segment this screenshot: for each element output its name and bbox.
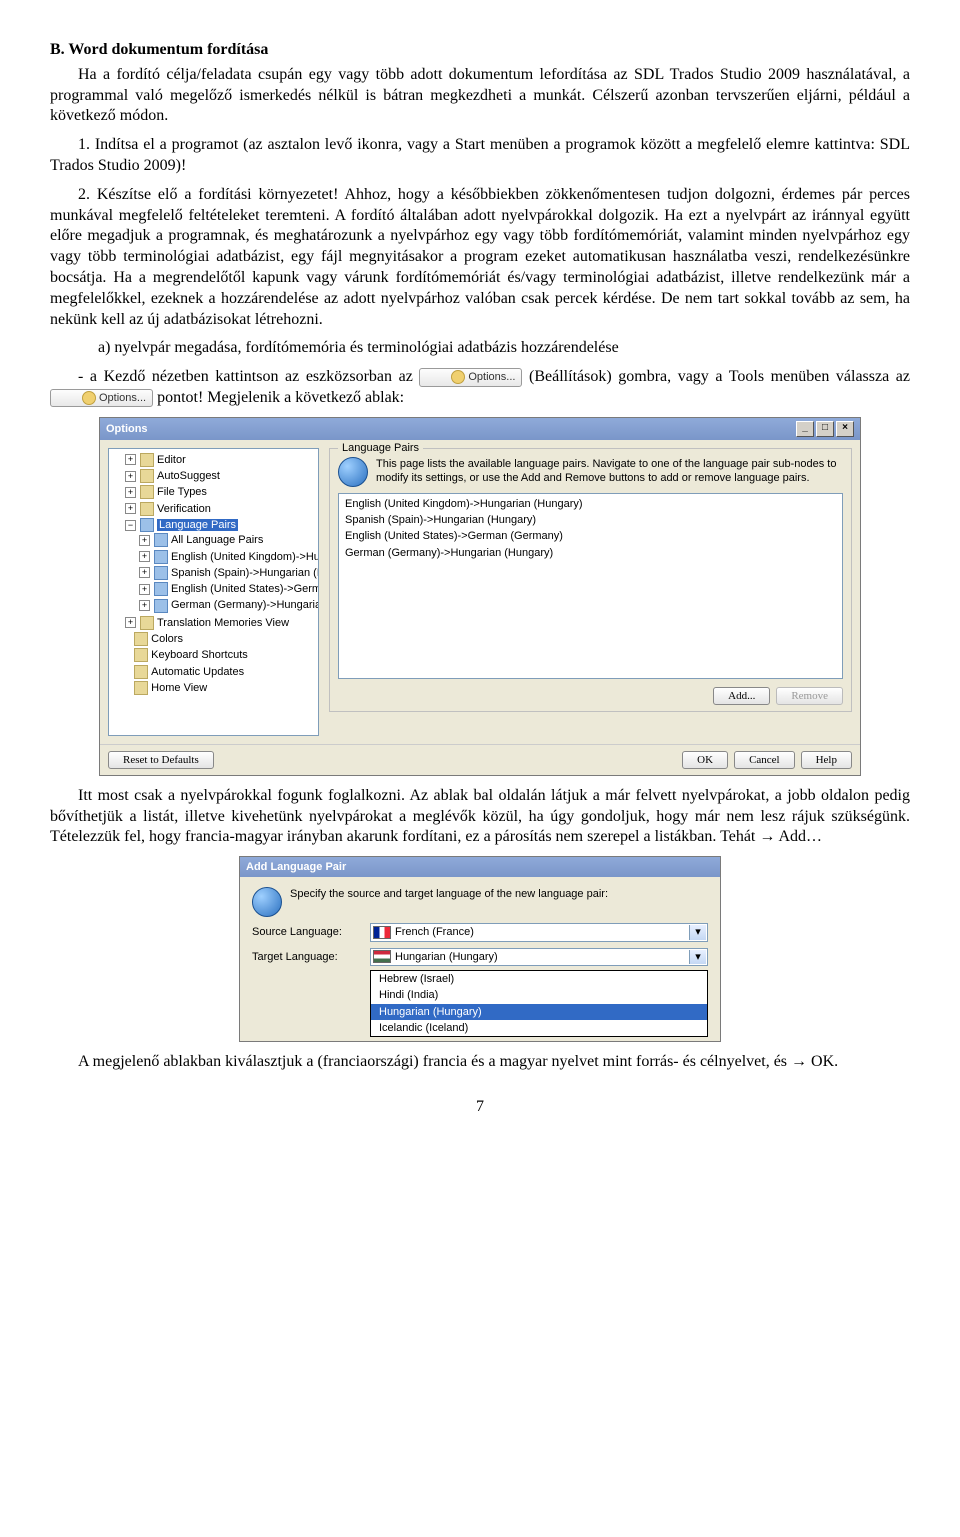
add-language-pair-dialog: Add Language Pair Specify the source and… (239, 856, 721, 1042)
add-dlg-titlebar: Add Language Pair (240, 857, 720, 877)
options-menu-item[interactable]: Options... (50, 389, 153, 407)
paragraph-last: A megjelenő ablakban kiválasztjuk a (fra… (50, 1052, 910, 1073)
maximize-button[interactable]: □ (816, 421, 834, 437)
minimize-button[interactable]: _ (796, 421, 814, 437)
flag-fr-icon (373, 926, 391, 939)
options-tree[interactable]: +Editor +AutoSuggest +File Types +Verifi… (108, 448, 319, 736)
target-language-label: Target Language: (252, 950, 362, 964)
options-icon (451, 370, 465, 384)
add-button[interactable]: Add... (713, 687, 770, 705)
reset-button[interactable]: Reset to Defaults (108, 751, 214, 769)
options-dialog: Options _ □ × +Editor +AutoSuggest +File… (99, 417, 861, 776)
step-dash: - a Kezdő nézetben kattintson az eszközs… (50, 367, 910, 409)
list-item: English (United Kingdom)->Hungarian (Hun… (341, 496, 840, 512)
options-title: Options (106, 422, 148, 436)
remove-button: Remove (776, 687, 843, 705)
step-2a: a) nyelvpár megadása, fordítómemória és … (50, 338, 910, 359)
dropdown-option: Hindi (India) (371, 987, 707, 1003)
page-number: 7 (50, 1097, 910, 1118)
list-item: English (United States)->German (Germany… (341, 528, 840, 544)
paragraph-intro: Ha a fordító célja/feladata csupán egy v… (50, 65, 910, 127)
flag-hu-icon (373, 950, 391, 963)
target-language-dropdown[interactable]: Hungarian (Hungary) ▾ (370, 948, 708, 966)
chevron-down-icon[interactable]: ▾ (689, 925, 706, 939)
dropdown-option-selected: Hungarian (Hungary) (371, 1004, 707, 1020)
tree-language-pairs: Language Pairs (157, 519, 238, 531)
close-button[interactable]: × (836, 421, 854, 437)
language-pairs-group: Language Pairs This page lists the avail… (329, 448, 852, 712)
globe-icon (338, 457, 368, 487)
list-item: Spanish (Spain)->Hungarian (Hungary) (341, 512, 840, 528)
options-toolbar-button[interactable]: Options... (419, 368, 522, 386)
section-heading: B. Word dokumentum fordítása (50, 40, 910, 61)
list-item: German (Germany)->Hungarian (Hungary) (341, 545, 840, 561)
options-titlebar: Options _ □ × (100, 418, 860, 440)
help-button[interactable]: Help (801, 751, 852, 769)
dropdown-option: Icelandic (Iceland) (371, 1020, 707, 1036)
dropdown-option: Hebrew (Israel) (371, 971, 707, 987)
source-language-dropdown[interactable]: French (France) ▾ (370, 923, 708, 941)
chevron-down-icon[interactable]: ▾ (689, 950, 706, 964)
language-pairs-info: This page lists the available language p… (376, 457, 843, 486)
step-2: 2. Készítse elő a fordítási környezetet!… (50, 185, 910, 331)
globe-icon (252, 887, 282, 917)
cancel-button[interactable]: Cancel (734, 751, 795, 769)
step-1: 1. Indítsa el a programot (az asztalon l… (50, 135, 910, 177)
add-dlg-info: Specify the source and target language o… (290, 887, 608, 901)
source-language-label: Source Language: (252, 925, 362, 939)
options-icon (82, 391, 96, 405)
language-pairs-list[interactable]: English (United Kingdom)->Hungarian (Hun… (338, 493, 843, 679)
target-language-dropdown-list[interactable]: Hebrew (Israel) Hindi (India) Hungarian … (370, 970, 708, 1037)
ok-button[interactable]: OK (682, 751, 728, 769)
paragraph-after-options: Itt most csak a nyelvpárokkal fogunk fog… (50, 786, 910, 848)
